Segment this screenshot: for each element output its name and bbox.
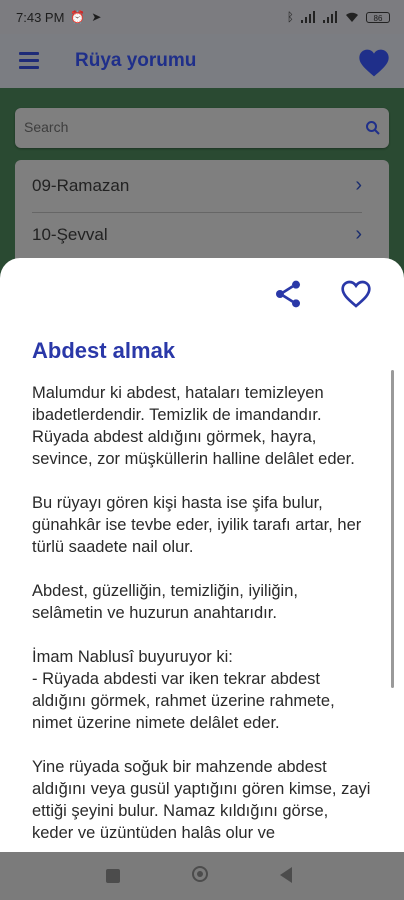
paragraph: Abdest, güzelliğin, temizliğin, iyiliğin… [32,582,298,622]
system-nav-bar [0,852,404,900]
search-icon[interactable] [365,120,381,136]
search-placeholder: Search [24,119,69,135]
status-left: 7:43 PM ⏰ ➤ [16,10,101,25]
paragraph: Yine rüyada soğuk bir mahzende abdest al… [32,758,371,842]
list-item[interactable]: 10-Şevval › [32,213,362,261]
paragraph: Bu rüyayı gören kişi hasta ise şifa bulu… [32,494,362,556]
heart-outline-icon[interactable] [340,278,372,310]
app-bar: Rüya yorumu [0,34,404,88]
dream-title: Abdest almak [32,338,176,363]
status-time: 7:43 PM [16,9,65,25]
recents-icon[interactable] [106,869,120,883]
app-title: Rüya yorumu [75,50,197,71]
search-input[interactable]: Search [15,108,389,148]
bluetooth-icon: ᛒ [286,10,294,24]
share-icon[interactable] [272,278,304,310]
chevron-right-icon: › [355,174,362,196]
telegram-icon: ➤ [91,10,102,24]
detail-bottom-sheet: Abdest almak Malumdur ki abdest, hatalar… [0,258,404,852]
signal-icon [323,11,337,23]
paragraph: İmam Nablusî buyuruyor ki: - Rüyada abde… [32,648,335,732]
signal-icon [301,11,315,23]
favorites-heart-icon[interactable] [358,48,390,78]
list-item[interactable]: 09-Ramazan › [32,164,362,212]
wifi-icon [346,12,358,22]
paragraph: Malumdur ki abdest, hataları temizleyen … [32,384,355,468]
back-icon[interactable] [280,867,292,883]
home-dot [197,871,203,877]
chevron-right-icon: › [355,223,362,245]
list-item-label: 10-Şevval [32,225,108,244]
status-bar: 7:43 PM ⏰ ➤ ᛒ 86 [0,0,404,34]
status-right: ᛒ 86 [287,11,390,23]
battery-icon: 86 [366,11,390,23]
alarm-icon: ⏰ [70,10,86,24]
list-item-label: 09-Ramazan [32,176,130,195]
scrollbar[interactable] [391,370,394,688]
menu-icon[interactable] [19,52,39,69]
dream-description: Malumdur ki abdest, hataları temizleyen … [32,382,372,852]
